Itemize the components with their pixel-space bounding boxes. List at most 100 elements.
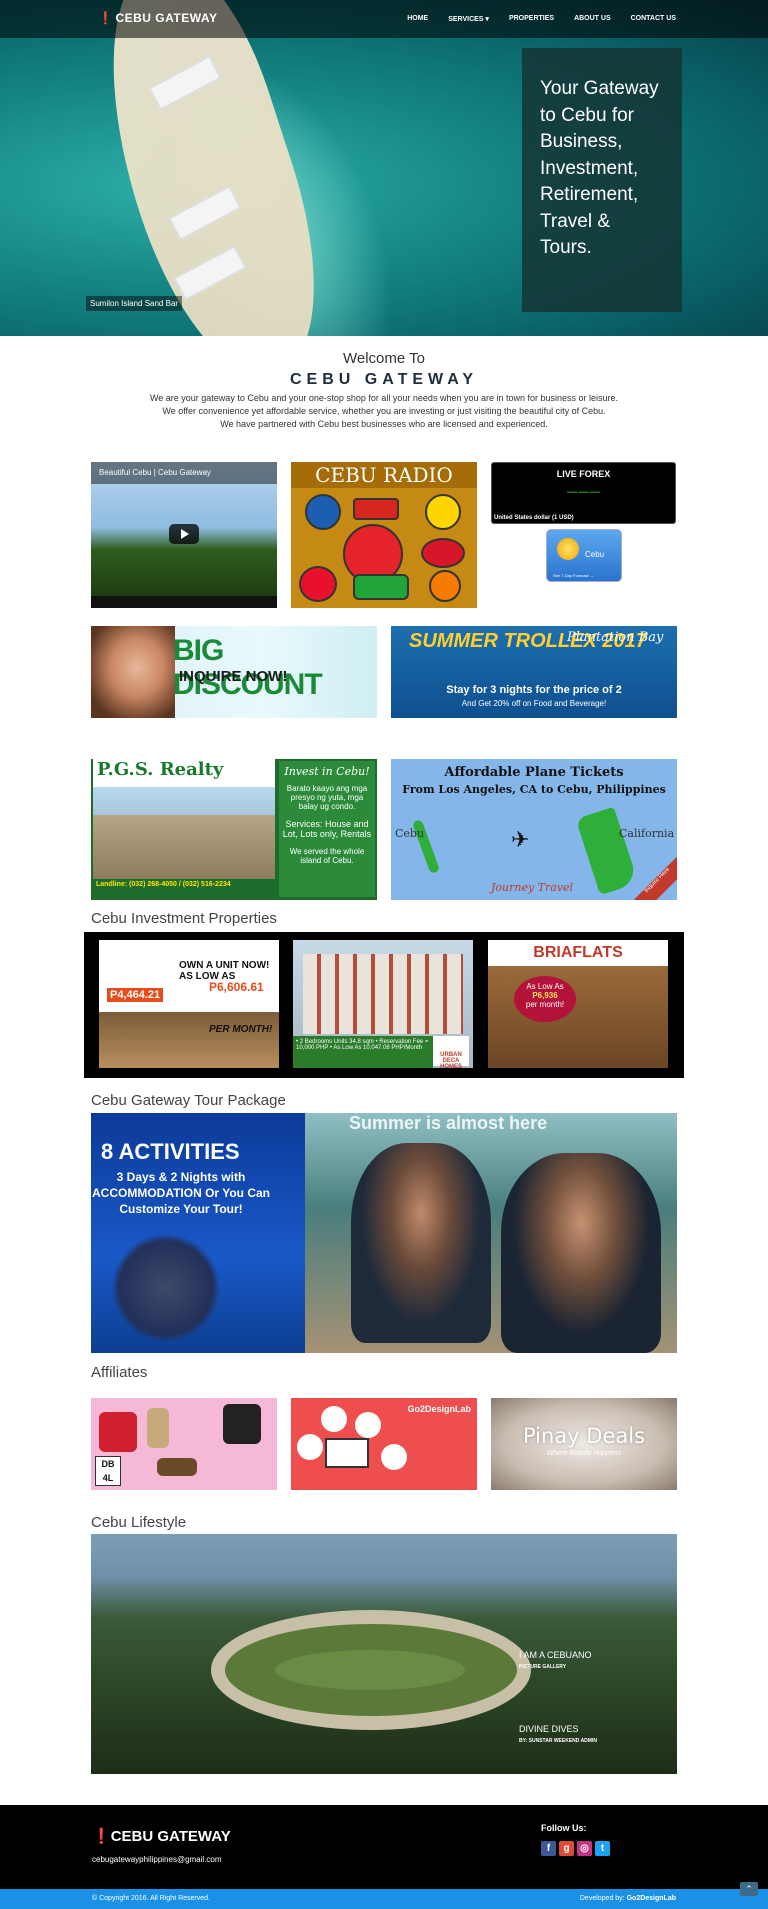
property-card-casa-mira[interactable]: OWN A UNIT NOW! AS LOW AS P4,464.21 P6,6… [99,940,279,1068]
radio-station-logo [353,498,399,520]
lifestyle-item-title[interactable]: DIVINE DIVES [519,1724,579,1734]
lifestyle-item-sub: PICTURE GALLERY [519,1664,567,1670]
tour-details: 3 Days & 2 Nights with ACCOMMODATION Or … [92,1170,270,1216]
urban-deca-logo: URBAN DECA HOMES [433,1036,469,1068]
tour-section-title: Cebu Gateway Tour Package [91,1092,286,1109]
property-photo [303,954,463,1034]
follow-us-label: Follow Us: [541,1823,587,1833]
affiliate-go2designlab[interactable]: Go2DesignLab [291,1398,477,1490]
nav-properties[interactable]: PROPERTIES [509,15,554,23]
lifestyle-item-title[interactable]: I AM A CEBUANO [519,1650,592,1660]
radio-station-logo [425,494,461,530]
stadium-photo [211,1610,531,1730]
service-circle [297,1434,323,1460]
facebook-icon[interactable]: f [541,1841,556,1856]
welcome-title: Welcome To [343,350,425,367]
live-forex-widget[interactable]: LIVE FOREX ▬▬ ▬▬ ▬▬ United States dollar… [491,462,676,524]
big-discount-banner[interactable]: BIG DISCOUNT INQUIRE NOW! [91,626,377,718]
play-button-icon[interactable] [169,524,199,544]
scroll-to-top-icon[interactable]: ⌃ [740,1882,758,1896]
radio-station-logo [429,570,461,602]
cebu-radio-banner[interactable]: CEBU RADIO [291,462,477,608]
lifestyle-slider[interactable]: I AM A CEBUANO PICTURE GALLERY DIVINE DI… [91,1534,677,1774]
pinay-deals-tagline: Where Beauty Happens [546,1450,622,1457]
inquire-here-ribbon[interactable]: Inquire Here [634,857,677,900]
plane-cebu-label: Cebu [395,827,425,840]
radio-station-logo [353,574,409,600]
bria-flats-logo: BRIAFLATS [488,940,668,966]
lifestyle-section-title: Cebu Lifestyle [91,1514,187,1531]
plane-title: Affordable Plane Tickets [444,765,624,780]
affiliate-pinay-deals[interactable]: Pinay Deals Where Beauty Happens [491,1398,677,1490]
bag-image [99,1412,137,1452]
property-per-month: PER MONTH! [209,1024,273,1035]
whale-shark-image [111,1233,221,1343]
google-plus-icon[interactable]: g [559,1841,574,1856]
summer-trollex-banner[interactable]: SUMMER TROLLEX 2017 Plantation Bay Stay … [391,626,677,718]
bria-per-month: per month! [525,1000,565,1009]
weather-widget[interactable]: Cebu See 7-Day Forecast → [546,529,622,582]
welcome-section: Welcome To CEBU GATEWAY We are your gate… [0,350,768,431]
backpack-image [223,1404,261,1444]
nav-about[interactable]: ABOUT US [574,15,611,23]
welcome-line: We are your gateway to Cebu and your one… [149,393,619,403]
plane-california-label: California [619,827,675,840]
pgs-served: We served the whole island of Cebu. [289,847,365,865]
property-card-bria-flats[interactable]: BRIAFLATS As Low As P6,936 per month! [488,940,668,1068]
developer-link[interactable]: Go2DesignLab [627,1895,676,1902]
site-logo[interactable]: ❗ CEBU GATEWAY [98,11,217,25]
sun-icon [557,538,579,560]
developed-by: Developed by: [579,1895,625,1902]
footer-logo[interactable]: ❗CEBU GATEWAY [92,1827,231,1845]
video-controls[interactable] [91,596,277,608]
copyright-text: © Copyright 2016. All Right Reserved. [92,1895,210,1902]
weather-city: Cebu [585,550,605,559]
affiliates-section-title: Affiliates [91,1364,148,1381]
pgs-contact: Landline: (032) 268-4050 / (032) 516-223… [96,881,231,888]
affiliate-db4l[interactable]: DB 4L [91,1398,277,1490]
house-photo [93,787,275,879]
welcome-text: We are your gateway to Cebu and your one… [0,392,768,431]
footer-email[interactable]: cebugatewayphilippines@gmail.com [92,1855,222,1864]
video-player[interactable]: Beautiful Cebu | Cebu Gateway [91,462,277,608]
pgs-invest: Invest in Cebu! [284,765,370,778]
forex-rate-text: ▬▬ ▬▬ ▬▬ [567,489,600,495]
hero-caption: Sumilon Island Sand Bar [86,296,183,311]
california-shape [575,806,639,896]
instagram-icon[interactable]: ◎ [577,1841,592,1856]
page: ❗ CEBU GATEWAY HOME SERVICES ▾ PROPERTIES… [0,0,768,1909]
weather-forecast-link[interactable]: See 7-Day Forecast → [553,573,594,578]
radio-station-logo [299,566,337,602]
welcome-brand: CEBU GATEWAY [289,371,478,388]
property-photo [99,1012,279,1068]
pgs-title: P.G.S. Realty [93,759,275,787]
video-title: Beautiful Cebu | Cebu Gateway [91,462,277,484]
property-card-urban-deca[interactable]: • 2 Bedrooms Units 34.8 sqm • Reservatio… [293,940,473,1068]
tour-package-banner[interactable]: Summer is almost here 8 ACTIVITIES 3 Day… [91,1113,677,1353]
radio-station-logo [421,538,465,568]
pgs-tagalog: Barato kaayo ang mga presyo ng yuta, mga… [286,784,368,811]
logo-icon: ❗ [92,1828,111,1845]
radio-title: CEBU RADIO [291,462,477,488]
tour-activities-panel: 8 ACTIVITIES 3 Days & 2 Nights with ACCO… [91,1113,305,1353]
plane-tickets-banner[interactable]: Affordable Plane Tickets From Los Angele… [391,759,677,900]
twitter-icon[interactable]: t [595,1841,610,1856]
nav-home[interactable]: HOME [407,15,428,23]
plantation-bay-logo: Plantation Bay [567,630,664,645]
pinay-deals-logo: Pinay Deals [522,1424,646,1448]
service-circle [321,1406,347,1432]
forex-title: LIVE FOREX [556,469,611,479]
nav-services[interactable]: SERVICES ▾ [448,15,489,23]
property-headline: OWN A UNIT NOW! AS LOW AS [179,960,270,982]
radio-station-logo [305,494,341,530]
laptop-icon [325,1438,369,1468]
service-circle [381,1444,407,1470]
inquire-now-text: INQUIRE NOW! [179,668,288,685]
copyright-bar: © Copyright 2016. All Right Reserved. De… [0,1889,768,1909]
property-price: P6,606.61 [209,980,264,994]
tour-activities: 8 ACTIVITIES [101,1139,240,1164]
site-footer: ❗CEBU GATEWAY cebugatewayphilippines@gma… [0,1805,768,1889]
pgs-realty-banner[interactable]: P.G.S. Realty Invest in Cebu! Barato kaa… [91,759,377,900]
service-circle [355,1412,381,1438]
nav-contact[interactable]: CONTACT US [631,15,676,23]
